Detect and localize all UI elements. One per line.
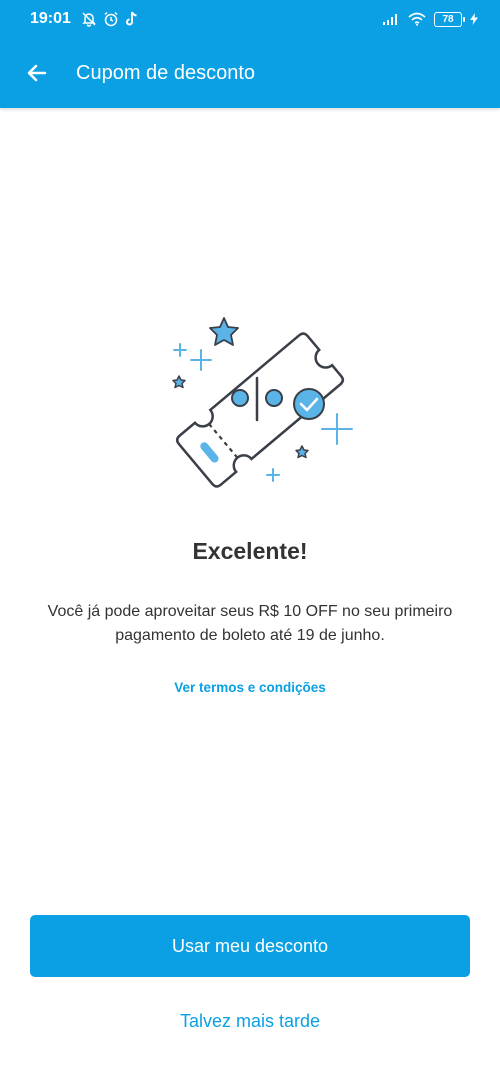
sparkle-icon xyxy=(173,343,187,357)
status-bar-left: 19:01 xyxy=(30,10,139,28)
status-bar-right: 78 xyxy=(382,11,478,27)
star-icon-small xyxy=(295,445,309,459)
sparkle-icon xyxy=(321,413,353,445)
signal-icon xyxy=(383,14,397,25)
wifi-icon xyxy=(408,12,426,26)
tiktok-icon xyxy=(125,11,137,26)
description-text: Você já pode aproveitar seus R$ 10 OFF n… xyxy=(47,603,453,644)
star-icon xyxy=(209,317,239,346)
sparkle-icon xyxy=(190,349,212,371)
star-icon-small xyxy=(172,375,186,389)
status-bar: 19:01 78 xyxy=(0,0,500,38)
charging-icon xyxy=(470,13,478,25)
battery-indicator: 78 xyxy=(434,11,465,27)
headline: Excelente! xyxy=(192,538,308,564)
status-notification-icons xyxy=(81,11,139,27)
percent-dot-left xyxy=(231,389,249,407)
status-time: 19:01 xyxy=(30,10,71,27)
percent-dot-right xyxy=(265,389,283,407)
page-title: Cupom de desconto xyxy=(76,61,256,84)
check-badge xyxy=(293,388,325,420)
terms-link[interactable]: Ver termos e condições xyxy=(0,680,500,695)
coupon-ticket-illustration xyxy=(172,317,353,488)
sparkle-icon xyxy=(266,468,280,482)
use-discount-button[interactable]: Usar meu desconto xyxy=(30,915,470,977)
maybe-later-button[interactable]: Talvez mais tarde xyxy=(30,1003,470,1039)
bell-off-icon xyxy=(82,12,96,27)
arrow-left-icon xyxy=(27,64,47,82)
alarm-icon xyxy=(104,11,118,27)
app-bar: Cupom de desconto xyxy=(0,38,500,108)
back-button[interactable] xyxy=(22,58,52,88)
